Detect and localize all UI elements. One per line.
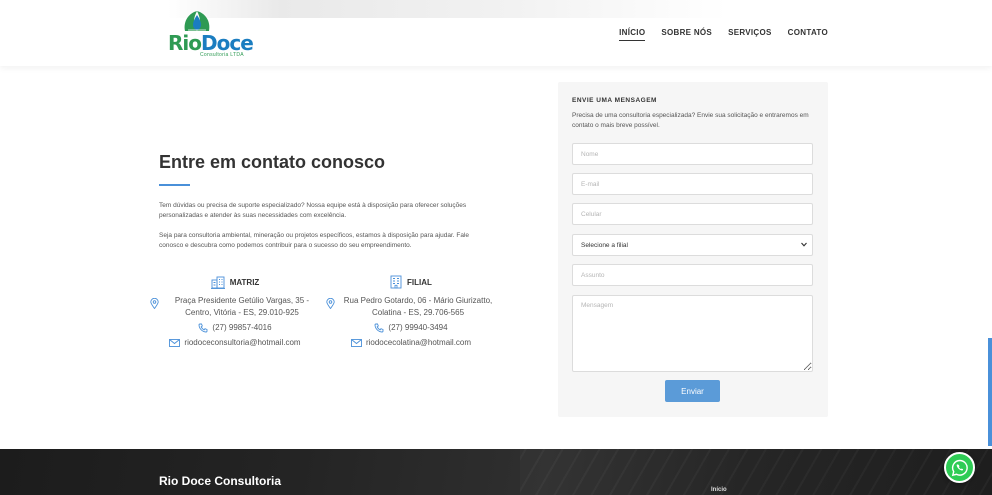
nav-item-servicos[interactable]: SERVIÇOS: [728, 28, 772, 41]
footer-texture: [520, 449, 992, 495]
envelope-icon: [169, 339, 181, 347]
phone-input[interactable]: [572, 203, 813, 225]
logo-subtitle: Consultoria LTDA: [200, 52, 244, 58]
map-pin-icon: [326, 298, 335, 309]
main-nav: INÍCIO SOBRE NÓS SERVIÇOS CONTATO: [619, 28, 828, 41]
office-address: Rua Pedro Gotardo, 06 - Mário Giurizatto…: [326, 295, 496, 319]
office-matriz: MATRIZ Praça Presidente Getúlio Vargas, …: [150, 274, 320, 349]
scrollbar-thumb[interactable]: [988, 338, 992, 446]
office-email[interactable]: riodocecolatina@hotmail.com: [326, 337, 496, 349]
footer-link-inicio[interactable]: Início: [711, 487, 727, 493]
branch-select[interactable]: Selecione a filial: [572, 234, 813, 256]
form-title: ENVIE UMA MENSAGEM: [572, 97, 657, 104]
site-logo[interactable]: RioDoce Consultoria LTDA: [168, 9, 258, 59]
phone-icon: [374, 323, 384, 333]
buildings-icon: [210, 276, 225, 289]
office-building-icon: [390, 275, 402, 289]
footer-title: Rio Doce Consultoria: [159, 474, 282, 488]
whatsapp-button[interactable]: [944, 452, 975, 483]
email-input[interactable]: [572, 173, 813, 195]
office-filial: FILIAL Rua Pedro Gotardo, 06 - Mário Giu…: [326, 274, 496, 349]
contact-title: Entre em contato conosco: [159, 152, 386, 172]
office-name: FILIAL: [407, 277, 432, 287]
phone-icon: [198, 323, 208, 333]
office-name: MATRIZ: [229, 277, 260, 287]
branch-select-wrapper: Selecione a filial: [572, 234, 813, 256]
leaf-drop-logo-icon: [184, 11, 210, 31]
office-address: Praça Presidente Getúlio Vargas, 35 - Ce…: [150, 295, 320, 319]
send-button[interactable]: Enviar: [665, 380, 720, 402]
form-description: Precisa de uma consultoria especializada…: [572, 112, 809, 129]
office-heading: FILIAL: [326, 274, 496, 290]
office-phone[interactable]: (27) 99857-4016: [150, 322, 320, 334]
office-heading: MATRIZ: [150, 274, 320, 290]
name-input[interactable]: [572, 143, 813, 165]
message-textarea[interactable]: [572, 295, 813, 372]
nav-item-contato[interactable]: CONTATO: [788, 28, 828, 41]
site-header: RioDoce Consultoria LTDA INÍCIO SOBRE NÓ…: [0, 0, 992, 66]
office-email[interactable]: riodoceconsultoria@hotmail.com: [150, 337, 320, 349]
page: RioDoce Consultoria LTDA INÍCIO SOBRE NÓ…: [0, 0, 992, 495]
map-pin-icon: [150, 298, 159, 309]
logo-wordmark: RioDoce: [168, 31, 254, 55]
whatsapp-icon: [951, 459, 968, 476]
nav-item-sobre-nos[interactable]: SOBRE NÓS: [661, 28, 712, 41]
nav-item-inicio[interactable]: INÍCIO: [619, 28, 646, 41]
subject-input[interactable]: [572, 264, 813, 286]
office-phone[interactable]: (27) 99940-3494: [326, 322, 496, 334]
envelope-icon: [351, 339, 362, 347]
site-footer: Rio Doce Consultoria Início: [0, 449, 992, 495]
contact-paragraph-2: Seja para consultoria ambiental, mineraç…: [159, 232, 470, 249]
contact-paragraph-1: Tem dúvidas ou precisa de suporte especi…: [159, 202, 467, 219]
title-underline: [159, 184, 190, 186]
contact-form: ENVIE UMA MENSAGEM Precisa de uma consul…: [558, 82, 828, 417]
